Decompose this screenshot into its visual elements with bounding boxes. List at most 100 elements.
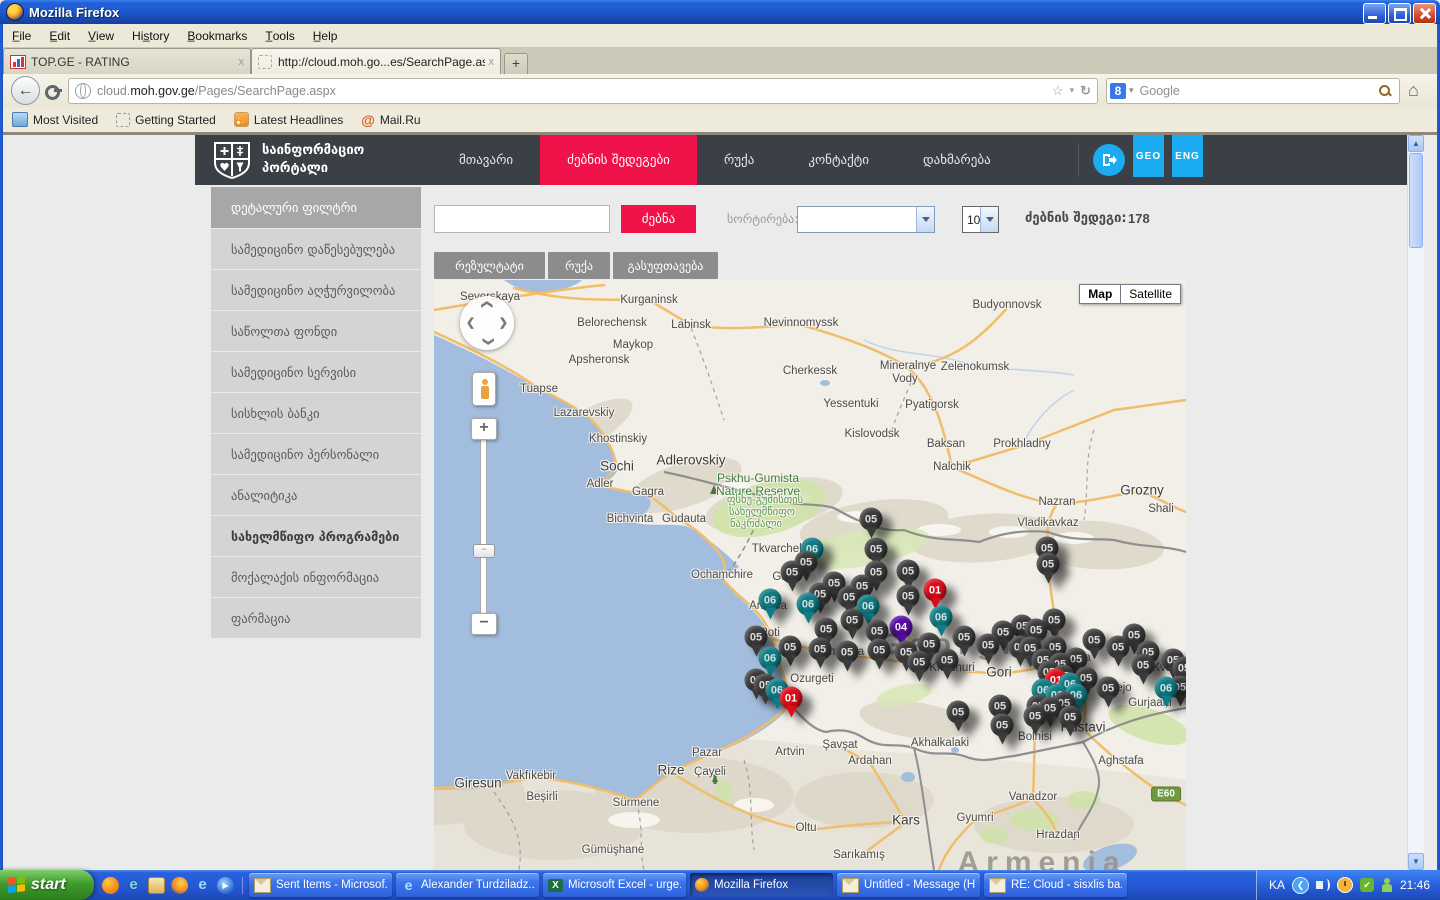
scroll-down-button[interactable]: ▼ [1408, 853, 1424, 870]
tab-close-icon[interactable]: x [239, 56, 245, 68]
url-bar[interactable]: cloud.moh.gov.ge/Pages/SearchPage.aspx ☆… [68, 78, 1098, 104]
map-marker[interactable]: 05 [1097, 677, 1120, 700]
pan-control[interactable]: ❮ ❮ ❮ ❯ [460, 296, 514, 350]
map-marker[interactable]: 05 [865, 538, 888, 561]
pan-right-icon[interactable]: ❯ [499, 316, 508, 329]
tab-close-icon[interactable]: x [489, 56, 495, 68]
taskbar-task-button[interactable]: eAlexander Turdziladz... [396, 873, 539, 897]
taskbar-task-button[interactable]: Sent Items - Microsof... [249, 873, 392, 897]
quick-launch-firefox2-icon[interactable] [171, 877, 188, 894]
menu-help[interactable]: H̲elp [304, 26, 347, 46]
taskbar-task-button[interactable]: RE: Cloud - sisxlis ba... [984, 873, 1127, 897]
sidebar-item[interactable]: სახელმწიფო პროგრამები [211, 516, 421, 556]
bookmark-latest-headlines[interactable]: Latest Headlines [225, 112, 352, 127]
menu-edit[interactable]: E̲dit [40, 26, 79, 46]
security-check-icon[interactable]: ✔ [1360, 878, 1374, 892]
lang-eng-button[interactable]: ENG [1172, 135, 1203, 177]
zoom-slider-track[interactable] [480, 438, 487, 615]
back-button[interactable]: ← [11, 76, 40, 105]
map-marker[interactable]: 05 [897, 560, 920, 583]
scroll-up-button[interactable]: ▲ [1408, 135, 1424, 152]
sidebar-item[interactable]: სამედიცინო აღჭურვილობა [211, 270, 421, 310]
quick-launch-mail-icon[interactable] [148, 877, 165, 894]
taskbar-task-button[interactable]: Mozilla Firefox [690, 873, 833, 897]
quick-launch-wmp-icon[interactable]: ▶ [217, 877, 234, 894]
menu-view[interactable]: V̲iew [79, 26, 123, 46]
map-marker[interactable]: 05 [809, 638, 832, 661]
sidebar-item[interactable]: მოქალაქის ინფორმაცია [211, 557, 421, 597]
chevron-down-icon[interactable] [916, 207, 934, 232]
map-marker[interactable]: 05 [897, 585, 920, 608]
messenger-icon[interactable] [1381, 878, 1393, 892]
sidebar-header-detailed-filter[interactable]: დეტალური ფილტრი [211, 187, 421, 228]
tab-searchpage[interactable]: http://cloud.moh.go...es/SearchPage.aspx… [251, 48, 501, 74]
reminder-icon[interactable] [1337, 877, 1353, 893]
window-titlebar[interactable]: Mozilla Firefox [0, 0, 1440, 24]
key-icon[interactable] [44, 82, 62, 100]
pan-down-icon[interactable]: ❮ [481, 337, 494, 346]
zoom-out-button[interactable]: − [471, 613, 497, 635]
map-marker[interactable]: 06 [797, 593, 820, 616]
search-button[interactable]: ძებნა [621, 205, 696, 233]
quick-launch-ie2-icon[interactable]: e [194, 877, 211, 894]
sidebar-item[interactable]: ფარმაცია [211, 598, 421, 638]
map-marker[interactable]: 05 [1024, 705, 1047, 728]
map-marker[interactable]: 05 [1059, 706, 1082, 729]
start-button[interactable]: start [0, 870, 94, 900]
pan-left-icon[interactable]: ❮ [466, 316, 475, 329]
bookmark-star-icon[interactable]: ☆ [1052, 83, 1064, 99]
map-marker[interactable]: 05 [1037, 553, 1060, 576]
search-engine-box[interactable]: 8 ▾ Google [1106, 78, 1400, 104]
sidebar-item[interactable]: სამედიცინო სერვისი [211, 352, 421, 392]
sidebar-item[interactable]: სისხლის ბანკი [211, 393, 421, 433]
zoom-slider-handle[interactable]: − [473, 544, 495, 558]
map-marker[interactable]: 05 [1132, 654, 1155, 677]
map-marker[interactable]: 05 [781, 561, 804, 584]
menu-history[interactable]: His̲tory [123, 26, 178, 46]
nav-search-results[interactable]: ძებნის შედეგები [540, 135, 697, 185]
menu-bookmarks[interactable]: B̲ookmarks [178, 26, 256, 46]
street-view-pegman[interactable] [472, 372, 496, 406]
map-marker[interactable]: 05 [779, 636, 802, 659]
chevron-down-icon[interactable] [980, 207, 998, 232]
map-marker[interactable]: 05 [936, 649, 959, 672]
page-scrollbar[interactable]: ▲ ▼ [1407, 135, 1424, 870]
sidebar-item[interactable]: საწოლთა ფონდი [211, 311, 421, 351]
map-type-map-button[interactable]: Map [1079, 284, 1120, 304]
results-tab-button[interactable]: რეზულტატი [434, 252, 545, 279]
map-marker[interactable]: 05 [1083, 629, 1106, 652]
map-marker[interactable]: 05 [836, 641, 859, 664]
search-magnifier-icon[interactable] [1379, 85, 1391, 97]
search-input[interactable] [434, 205, 610, 233]
map-marker[interactable]: 05 [977, 634, 1000, 657]
taskbar-task-button[interactable]: XMicrosoft Excel - urge... [543, 873, 686, 897]
google-logo-icon[interactable]: 8 [1110, 83, 1126, 99]
map-marker[interactable]: 05 [745, 626, 768, 649]
map-marker[interactable]: 06 [759, 589, 782, 612]
nav-help[interactable]: დახმარება [896, 135, 1018, 185]
scroll-thumb[interactable] [1409, 153, 1423, 248]
bookmark-getting-started[interactable]: Getting Started [107, 113, 225, 127]
map-marker[interactable]: 05 [868, 639, 891, 662]
bookmark-most-visited[interactable]: Most Visited [3, 112, 107, 127]
map-marker[interactable]: 06 [1155, 677, 1178, 700]
quick-launch-firefox-icon[interactable] [102, 877, 119, 894]
map-marker[interactable]: 05 [841, 609, 864, 632]
engine-dropdown-icon[interactable]: ▾ [1129, 85, 1134, 96]
reload-icon[interactable]: ↻ [1080, 83, 1091, 99]
map-marker[interactable]: 05 [947, 701, 970, 724]
map-marker[interactable]: 01 [924, 579, 947, 602]
map-marker[interactable]: 01 [780, 687, 803, 710]
menu-tools[interactable]: T̲ools [256, 26, 303, 46]
quick-launch-ie-icon[interactable]: e [125, 877, 142, 894]
lang-geo-button[interactable]: GEO [1133, 135, 1164, 177]
restore-button[interactable] [1388, 3, 1411, 24]
home-button[interactable]: ⌂ [1408, 80, 1419, 101]
nav-home[interactable]: მთავარი [432, 135, 540, 185]
map-tab-button[interactable]: რუქა [548, 252, 610, 279]
page-size-select[interactable]: 10 [962, 206, 999, 233]
pan-up-icon[interactable]: ❮ [481, 300, 494, 309]
close-button[interactable] [1413, 3, 1436, 24]
clock[interactable]: 21:46 [1400, 878, 1430, 892]
menu-file[interactable]: F̲ile [3, 26, 40, 46]
